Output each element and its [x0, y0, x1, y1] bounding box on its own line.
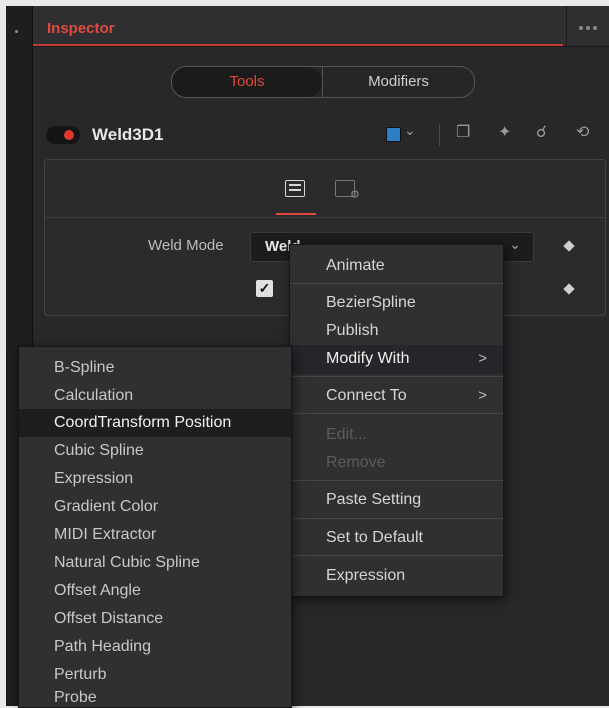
- menu-separator: [290, 555, 503, 556]
- chevron-right-icon: >: [478, 387, 487, 404]
- menu-item-modify-with[interactable]: Modify With: [326, 350, 410, 368]
- submenu-item[interactable]: Gradient Color: [54, 498, 158, 516]
- controls-tab-underline: [276, 213, 316, 215]
- menu-separator: [290, 413, 503, 414]
- submenu-item[interactable]: Calculation: [54, 387, 133, 405]
- node-name: Weld3D1: [92, 125, 164, 144]
- menu-item-bezierspline[interactable]: BezierSpline: [326, 294, 416, 312]
- weld-mode-label: Weld Mode: [148, 237, 224, 254]
- keyframe-diamond-icon[interactable]: [563, 240, 575, 252]
- submenu-item[interactable]: Offset Angle: [54, 582, 141, 600]
- menu-item-set-to-default[interactable]: Set to Default: [326, 529, 423, 547]
- submenu-item[interactable]: Expression: [54, 470, 133, 488]
- gear-icon: ⚙: [350, 189, 360, 201]
- tab-tools[interactable]: Tools: [172, 67, 322, 97]
- tools-modifiers-switch: Tools Modifiers: [171, 66, 475, 98]
- header-accent-line: [33, 44, 563, 46]
- menu-item-animate[interactable]: Animate: [326, 257, 385, 275]
- chevron-down-icon: ⌄: [509, 236, 521, 252]
- panel-divider: [45, 217, 605, 218]
- reset-icon[interactable]: ⟲: [576, 122, 589, 142]
- more-options-icon[interactable]: [566, 6, 609, 46]
- versions-icon[interactable]: ❐: [456, 122, 470, 142]
- submenu-item[interactable]: MIDI Extractor: [54, 526, 156, 544]
- chevron-right-icon: >: [478, 350, 487, 367]
- submenu-item[interactable]: CoordTransform Position: [54, 414, 231, 432]
- pin-icon[interactable]: ✦: [498, 122, 511, 142]
- menu-separator: [290, 283, 503, 284]
- node-color-swatch[interactable]: [386, 127, 401, 142]
- checkbox[interactable]: ✓: [256, 280, 273, 297]
- toolbar-divider: [439, 124, 440, 146]
- menu-item-paste-setting[interactable]: Paste Setting: [326, 491, 421, 509]
- menu-item-remove: Remove: [326, 454, 386, 471]
- lock-icon[interactable]: ☌: [536, 122, 547, 142]
- submenu-item[interactable]: Offset Distance: [54, 610, 163, 628]
- tab-modifiers[interactable]: Modifiers: [322, 67, 474, 97]
- keyframe-diamond-icon[interactable]: [563, 283, 575, 295]
- modify-with-submenu: B-Spline Calculation CoordTransform Posi…: [18, 346, 292, 708]
- submenu-item[interactable]: B-Spline: [54, 359, 114, 377]
- submenu-item[interactable]: Cubic Spline: [54, 442, 144, 460]
- submenu-item[interactable]: Natural Cubic Spline: [54, 554, 200, 572]
- menu-separator: [290, 376, 503, 377]
- context-menu: Animate BezierSpline Publish Modify With…: [289, 244, 504, 597]
- menu-item-expression[interactable]: Expression: [326, 567, 405, 585]
- menu-item-connect-to[interactable]: Connect To: [326, 387, 407, 405]
- menu-item-publish[interactable]: Publish: [326, 322, 378, 340]
- inspector-header: Inspector: [33, 6, 609, 47]
- inspector-title: Inspector: [47, 20, 115, 37]
- menu-separator: [290, 518, 503, 519]
- submenu-item[interactable]: Path Heading: [54, 638, 151, 656]
- controls-icon[interactable]: [285, 180, 305, 197]
- menu-separator: [290, 480, 503, 481]
- submenu-item[interactable]: Probe: [54, 689, 97, 707]
- menu-item-edit: Edit...: [326, 426, 367, 443]
- submenu-item[interactable]: Perturb: [54, 666, 106, 684]
- chevron-down-icon[interactable]: ⌄: [404, 122, 416, 139]
- node-enable-toggle[interactable]: [46, 126, 80, 144]
- panel-handle-icon[interactable]: [15, 30, 18, 33]
